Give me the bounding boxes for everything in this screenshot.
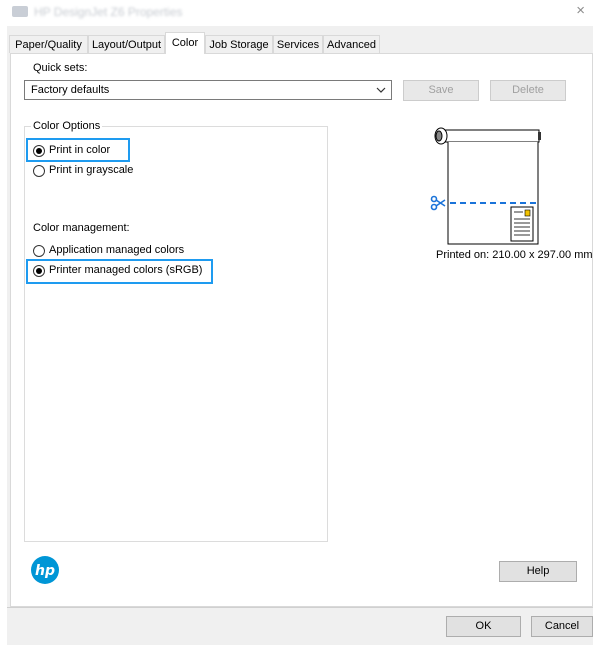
color-options-title: Color Options bbox=[31, 120, 103, 132]
window-title: HP DesignJet Z6 Properties bbox=[34, 5, 183, 19]
cancel-button[interactable]: Cancel bbox=[531, 616, 593, 637]
delete-button[interactable]: Delete bbox=[490, 80, 566, 101]
paper-roll-preview-icon bbox=[430, 127, 541, 245]
tab-job-storage[interactable]: Job Storage bbox=[205, 35, 273, 53]
ok-button[interactable]: OK bbox=[446, 616, 521, 637]
hp-logo-icon: hp bbox=[31, 556, 59, 584]
close-icon[interactable]: × bbox=[576, 2, 585, 19]
application-managed-label[interactable]: Application managed colors bbox=[49, 244, 184, 256]
print-in-color-radio[interactable] bbox=[33, 145, 45, 157]
scissors-icon bbox=[430, 195, 446, 211]
color-options-group bbox=[24, 126, 328, 542]
save-button[interactable]: Save bbox=[403, 80, 479, 101]
printer-managed-radio[interactable] bbox=[33, 265, 45, 277]
title-bar: HP DesignJet Z6 Properties × bbox=[0, 0, 593, 26]
printer-icon bbox=[12, 6, 28, 17]
svg-text:hp: hp bbox=[35, 563, 55, 579]
printed-on-caption: Printed on: 210.00 x 297.00 mm bbox=[436, 249, 593, 261]
help-button[interactable]: Help bbox=[499, 561, 577, 582]
application-managed-radio[interactable] bbox=[33, 245, 45, 257]
printer-managed-label[interactable]: Printer managed colors (sRGB) bbox=[49, 264, 202, 276]
tab-color[interactable]: Color bbox=[165, 32, 205, 54]
tab-advanced[interactable]: Advanced bbox=[323, 35, 380, 53]
quick-sets-dropdown[interactable]: Factory defaults bbox=[24, 80, 392, 100]
print-in-grayscale-label[interactable]: Print in grayscale bbox=[49, 164, 133, 176]
tab-paper-quality[interactable]: Paper/Quality bbox=[9, 35, 88, 53]
quick-sets-value: Factory defaults bbox=[31, 84, 110, 96]
tab-services[interactable]: Services bbox=[273, 35, 323, 53]
tab-layout-output[interactable]: Layout/Output bbox=[88, 35, 165, 53]
print-in-color-label[interactable]: Print in color bbox=[49, 144, 110, 156]
print-in-grayscale-radio[interactable] bbox=[33, 165, 45, 177]
quick-sets-label: Quick sets: bbox=[33, 62, 88, 74]
color-management-label: Color management: bbox=[33, 222, 130, 234]
chevron-down-icon bbox=[376, 87, 386, 93]
footer-divider bbox=[7, 607, 593, 608]
